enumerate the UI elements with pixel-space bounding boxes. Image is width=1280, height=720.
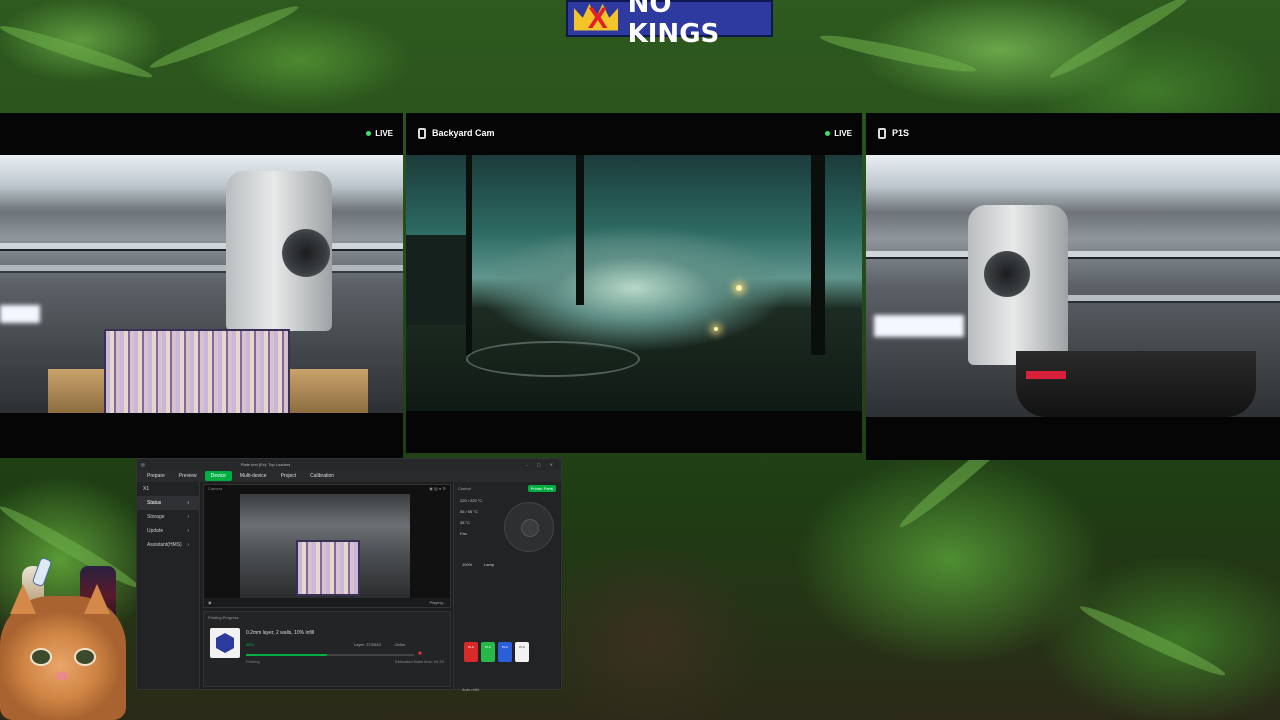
print-progress-panel: Printing Progress 0.2mm layer, 2 walls, … bbox=[203, 611, 451, 687]
main-tabs: Prepare Preview Device Multi-device Proj… bbox=[137, 470, 561, 482]
estimated-finish: Estimated finish time: 04:33 bbox=[394, 659, 444, 664]
camera-panel-backyard: Backyard Cam LIVE bbox=[406, 113, 862, 453]
chevron-right-icon: › bbox=[187, 514, 189, 520]
printer-camera-view: Camera ▣ ▤ ● ⚙ ◉ Playing... bbox=[203, 484, 451, 608]
ams-spool[interactable]: PLA bbox=[464, 642, 478, 662]
fan-speed[interactable]: 100% bbox=[462, 562, 472, 567]
sidebar-item-status[interactable]: Status › bbox=[137, 496, 199, 510]
job-description: 0.2mm layer, 2 walls, 10% infill bbox=[246, 630, 315, 636]
live-dot-icon bbox=[825, 130, 831, 136]
progress-title: Printing Progress bbox=[208, 615, 239, 620]
tab-preview[interactable]: Preview bbox=[173, 471, 203, 481]
no-kings-banner: X NO KINGS bbox=[566, 0, 773, 49]
tab-prepare[interactable]: Prepare bbox=[141, 471, 171, 481]
banner-text: NO KINGS bbox=[627, 0, 720, 49]
progress-bar bbox=[246, 654, 414, 656]
crown-icon: X bbox=[574, 2, 622, 35]
layer-count: Layer: 373/543 bbox=[354, 642, 381, 647]
camera-header: P1S bbox=[866, 113, 1280, 153]
device-sidebar: X1 Status › Storage › Update › Assistant(HM… bbox=[137, 482, 200, 689]
camera-title: P1S bbox=[892, 128, 910, 138]
axis-joystick[interactable] bbox=[504, 502, 554, 552]
print-stage: Printing bbox=[246, 659, 260, 664]
control-panel: Control Printer Parts 220 / 220 °C 55 / … bbox=[453, 482, 560, 692]
control-title: Control bbox=[458, 486, 471, 491]
chevron-right-icon: › bbox=[187, 500, 189, 506]
chevron-right-icon: › bbox=[187, 542, 189, 548]
device-selector[interactable]: X1 bbox=[137, 482, 199, 496]
printer-parts-button[interactable]: Printer Parts bbox=[527, 485, 556, 492]
camera-icon bbox=[418, 127, 426, 139]
tab-multi-device[interactable]: Multi-device bbox=[234, 471, 273, 481]
ams-spool[interactable]: PLA bbox=[515, 642, 529, 662]
progress-percent: 48% bbox=[246, 642, 255, 647]
camera-icon bbox=[878, 127, 886, 139]
kitten-overlay bbox=[0, 584, 126, 720]
camera-header: Backyard Cam LIVE bbox=[406, 113, 862, 153]
camera-panel-printer-1: LIVE bbox=[0, 113, 403, 458]
sidebar-item-storage[interactable]: Storage › bbox=[137, 510, 199, 524]
ams-spool[interactable]: PLA bbox=[481, 642, 495, 662]
ams-spools: PLA PLA PLA PLA bbox=[464, 642, 529, 662]
live-indicator: LIVE bbox=[366, 129, 393, 138]
chevron-right-icon: › bbox=[187, 528, 189, 534]
camera-section-title: Camera bbox=[208, 486, 223, 491]
stop-icon[interactable]: ■ bbox=[418, 651, 422, 657]
auto-refill-label[interactable]: Auto refill bbox=[462, 687, 479, 692]
tab-project[interactable]: Project bbox=[275, 471, 303, 481]
ams-spool[interactable]: PLA bbox=[498, 642, 512, 662]
camera-panel-p1s: P1S bbox=[866, 113, 1280, 460]
nozzle-temp[interactable]: 220 / 220 °C bbox=[454, 495, 560, 506]
camera-feed-backyard bbox=[406, 155, 862, 411]
camera-feed-printer-1 bbox=[0, 155, 403, 413]
sidebar-item-update[interactable]: Update › bbox=[137, 524, 199, 538]
slicer-window: ▤ Plate-text (Ex): Top Loaders – ▢ ✕ Pre… bbox=[136, 458, 562, 692]
camera-status: Playing... bbox=[429, 600, 446, 605]
camera-feed-p1s bbox=[866, 155, 1280, 417]
camera-image bbox=[240, 494, 410, 598]
live-indicator: LIVE bbox=[825, 129, 852, 138]
window-controls[interactable]: – ▢ ✕ bbox=[525, 462, 557, 467]
camera-title: Backyard Cam bbox=[432, 128, 495, 138]
tab-calibration[interactable]: Calibration bbox=[304, 471, 340, 481]
live-dot-icon bbox=[366, 130, 372, 136]
camera-tools-icon[interactable]: ▣ ▤ ● ⚙ bbox=[429, 486, 446, 494]
record-icon[interactable]: ◉ bbox=[208, 600, 212, 605]
sidebar-item-assistant[interactable]: Assistant(HMS) › bbox=[137, 538, 199, 552]
time-remaining: -2h0m bbox=[394, 642, 406, 647]
window-title: Plate-text (Ex): Top Loaders bbox=[240, 462, 291, 467]
camera-header: LIVE bbox=[0, 113, 403, 153]
tab-device[interactable]: Device bbox=[204, 471, 232, 481]
lamp-toggle[interactable]: Lamp bbox=[484, 562, 494, 567]
window-titlebar: ▤ Plate-text (Ex): Top Loaders – ▢ ✕ bbox=[137, 459, 561, 470]
app-menu-icon[interactable]: ▤ bbox=[141, 462, 145, 467]
model-thumbnail bbox=[210, 628, 240, 658]
